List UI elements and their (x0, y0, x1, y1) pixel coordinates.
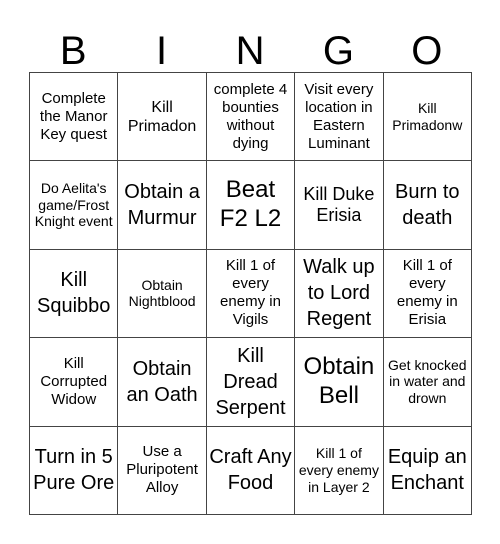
bingo-cell[interactable]: Visit every location in Eastern Luminant (295, 73, 384, 162)
bingo-cell[interactable]: Turn in 5 Pure Ore (30, 426, 119, 515)
bingo-header: B I N G O (29, 30, 471, 72)
bingo-cell[interactable]: Obtain Bell (295, 338, 384, 427)
bingo-cell[interactable]: Obtain a Murmur (118, 161, 207, 250)
bingo-cell[interactable]: Kill Corrupted Widow (30, 338, 119, 427)
bingo-cell[interactable]: Kill Primadon (118, 73, 207, 162)
bingo-cell[interactable]: Kill Squibbo (30, 249, 119, 339)
bingo-cell[interactable]: Craft Any Food (206, 426, 296, 515)
bingo-cell[interactable]: Obtain Nightblood (118, 249, 207, 339)
bingo-cell[interactable]: Beat F2 L2 (206, 161, 296, 250)
bingo-cell[interactable]: Do Aelita's game/Frost Knight event (30, 161, 119, 250)
bingo-cell[interactable]: Equip an Enchant (383, 426, 472, 515)
header-letter-n: N (235, 29, 265, 73)
header-letter-i: I (156, 29, 168, 73)
bingo-cell[interactable]: Complete the Manor Key quest (30, 73, 119, 162)
bingo-cell[interactable]: complete 4 bounties without dying (206, 73, 296, 162)
bingo-cell[interactable]: Kill 1 of every enemy in Erisia (383, 249, 472, 339)
bingo-board: Complete the Manor Key quest Kill Primad… (29, 72, 472, 515)
bingo-cell[interactable]: Kill Primadonw (383, 73, 472, 162)
bingo-cell[interactable]: Burn to death (383, 161, 472, 250)
bingo-cell[interactable]: Kill Duke Erisia (295, 161, 384, 250)
bingo-cell[interactable]: Kill 1 of every enemy in Layer 2 (295, 426, 384, 515)
bingo-cell[interactable]: Obtain an Oath (118, 338, 207, 427)
bingo-cell[interactable]: Use a Pluripotent Alloy (118, 426, 207, 515)
bingo-cell[interactable]: Kill 1 of every enemy in Vigils (206, 249, 296, 339)
bingo-cell[interactable]: Kill Dread Serpent (206, 338, 296, 427)
header-letter-o: O (411, 29, 443, 73)
bingo-cell[interactable]: Get knocked in water and drown (383, 338, 472, 427)
header-letter-g: G (322, 29, 354, 73)
bingo-cell[interactable]: Walk up to Lord Regent (295, 249, 384, 339)
header-letter-b: B (59, 29, 87, 73)
